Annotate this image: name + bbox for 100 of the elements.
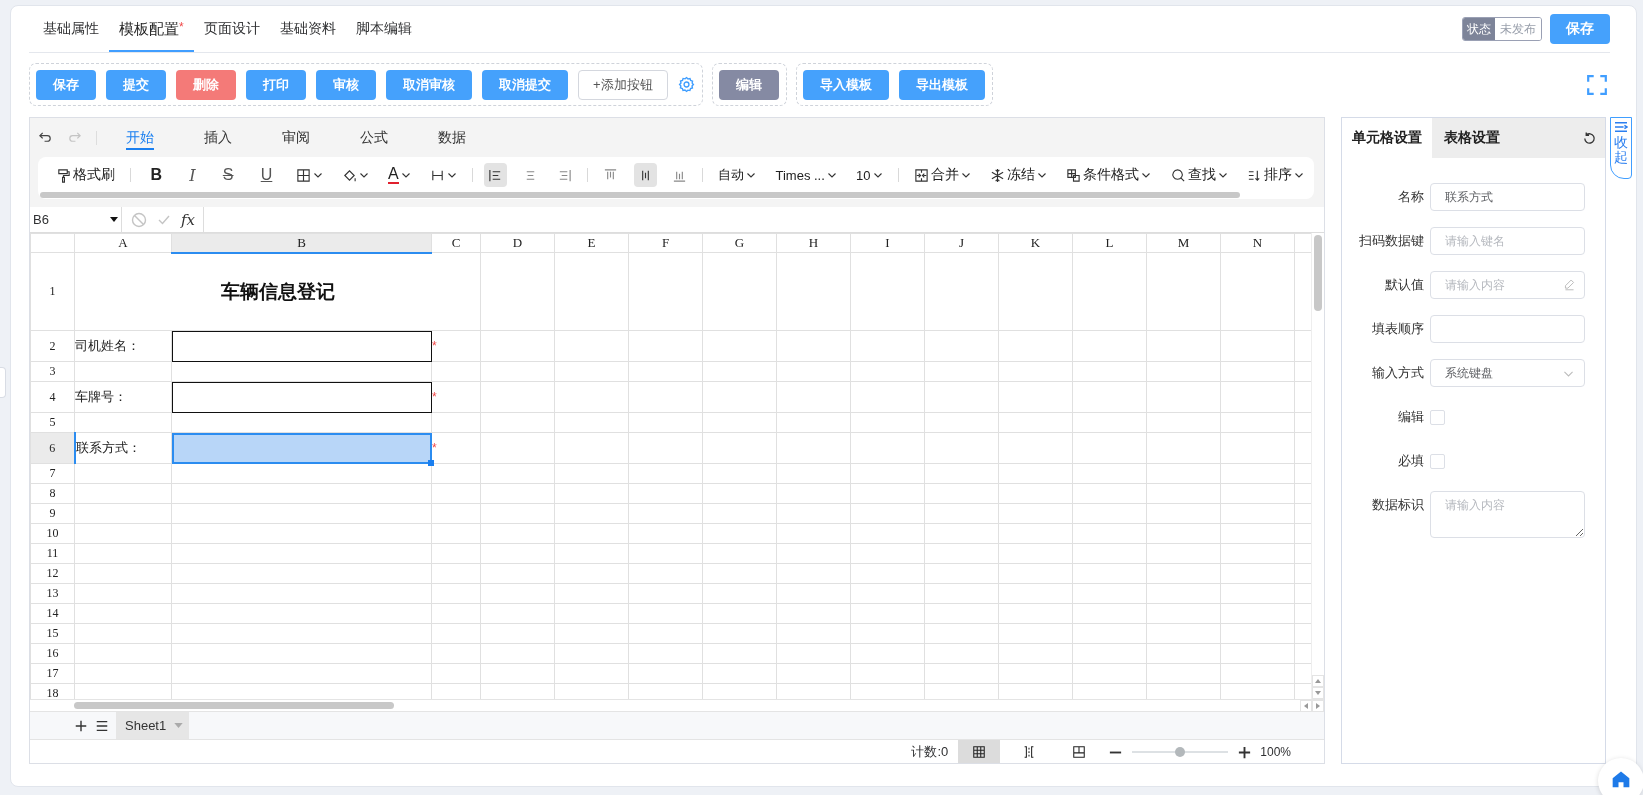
column-header[interactable]: D bbox=[480, 233, 555, 253]
column-header[interactable]: J bbox=[924, 233, 999, 253]
row-header[interactable]: 8 bbox=[30, 483, 75, 504]
collapse-tab[interactable]: 收起 bbox=[1610, 117, 1632, 179]
input-cell[interactable] bbox=[171, 381, 432, 413]
page-tab[interactable]: 基础属性 bbox=[33, 6, 109, 52]
text-area[interactable]: 请输入内容 bbox=[1430, 491, 1585, 538]
align-middle-button[interactable] bbox=[633, 163, 657, 187]
undo-icon[interactable] bbox=[38, 130, 53, 145]
horizontal-scrollbar[interactable] bbox=[40, 192, 1240, 198]
page-tab[interactable]: 基础资料 bbox=[269, 6, 346, 52]
text-field[interactable]: 联系方式 bbox=[1430, 183, 1585, 211]
column-header[interactable]: M bbox=[1146, 233, 1221, 253]
side-handle[interactable] bbox=[0, 367, 6, 398]
column-header[interactable]: F bbox=[628, 233, 703, 253]
row-header[interactable]: 16 bbox=[30, 643, 75, 664]
dropdown-button[interactable]: 自动 bbox=[714, 163, 761, 187]
dropdown-button[interactable]: Times ... bbox=[771, 163, 841, 187]
freeze-button[interactable]: 冻结 bbox=[986, 163, 1052, 187]
pencil-icon[interactable] bbox=[1563, 278, 1576, 291]
column-header[interactable]: E bbox=[554, 233, 629, 253]
column-header[interactable]: N bbox=[1220, 233, 1295, 253]
home-button[interactable] bbox=[1598, 758, 1643, 795]
bold-button[interactable]: B bbox=[142, 163, 171, 187]
row-header[interactable]: 11 bbox=[30, 543, 75, 564]
page-tab[interactable]: 模板配置* bbox=[109, 6, 194, 52]
text-field[interactable]: 请输入键名 bbox=[1430, 227, 1585, 255]
scroll-up-icon[interactable] bbox=[1312, 675, 1324, 687]
name-box[interactable]: B6 bbox=[30, 207, 122, 232]
ribbon-tab[interactable]: 插入 bbox=[179, 124, 257, 151]
settings-icon[interactable] bbox=[677, 76, 695, 93]
scroll-down-icon[interactable] bbox=[1312, 687, 1324, 699]
column-header[interactable]: B bbox=[171, 233, 432, 253]
font-color-button[interactable]: A bbox=[384, 163, 415, 187]
underline-button[interactable]: U bbox=[252, 163, 281, 187]
modified-mark: * bbox=[179, 19, 184, 34]
row-header[interactable]: 3 bbox=[30, 361, 75, 382]
checkbox[interactable] bbox=[1430, 410, 1445, 425]
page-tab[interactable]: 页面设计 bbox=[193, 6, 270, 52]
column-header[interactable]: K bbox=[998, 233, 1073, 253]
format-painter-button[interactable]: 格式刷 bbox=[52, 163, 119, 187]
input-cell[interactable] bbox=[171, 432, 432, 464]
grid-view-icon bbox=[972, 745, 987, 759]
row-header[interactable]: 14 bbox=[30, 603, 75, 624]
add-sheet-icon[interactable] bbox=[74, 718, 88, 733]
find-button[interactable]: 查找 bbox=[1166, 163, 1232, 187]
sort-button[interactable]: 排序 bbox=[1242, 163, 1308, 187]
row-header[interactable]: 10 bbox=[30, 523, 75, 544]
row-header[interactable]: 1 bbox=[30, 252, 75, 331]
text-field[interactable]: 请输入内容 bbox=[1430, 271, 1585, 299]
text-field[interactable] bbox=[1430, 315, 1585, 343]
row-header[interactable]: 4 bbox=[30, 381, 75, 413]
page-tab[interactable]: 脚本编辑 bbox=[345, 6, 422, 52]
scroll-left-icon[interactable] bbox=[1300, 699, 1312, 712]
column-header[interactable]: A bbox=[74, 233, 172, 253]
conditional-format-button[interactable]: 条件格式 bbox=[1062, 163, 1156, 187]
row-header[interactable]: 12 bbox=[30, 563, 75, 584]
menu-icon[interactable] bbox=[95, 718, 109, 733]
ribbon-tab[interactable]: 数据 bbox=[413, 124, 491, 151]
cancel-icon[interactable] bbox=[131, 211, 147, 228]
zoom-in-icon[interactable] bbox=[1237, 744, 1253, 760]
field-label: 名称 bbox=[1397, 188, 1425, 206]
row-header[interactable]: 15 bbox=[30, 623, 75, 644]
ribbon-tab[interactable]: 开始 bbox=[101, 124, 179, 151]
column-header[interactable]: L bbox=[1072, 233, 1147, 253]
row-header[interactable]: 13 bbox=[30, 583, 75, 604]
row-header[interactable]: 17 bbox=[30, 663, 75, 684]
column-header[interactable]: I bbox=[850, 233, 925, 253]
strikethrough-button[interactable]: S bbox=[214, 163, 242, 187]
column-header[interactable]: C bbox=[431, 233, 481, 253]
collapse-label: 收起 bbox=[1614, 135, 1628, 166]
italic-button[interactable]: I bbox=[181, 163, 204, 187]
action-button[interactable]: +添加按钮 bbox=[578, 69, 668, 100]
sheet-tab[interactable]: Sheet1 bbox=[116, 712, 190, 739]
row-header[interactable]: 9 bbox=[30, 503, 75, 524]
row-header[interactable]: 7 bbox=[30, 463, 75, 484]
refresh-icon[interactable] bbox=[1582, 130, 1597, 146]
select-field[interactable]: 系统键盘 bbox=[1430, 359, 1585, 387]
align-left-button[interactable] bbox=[484, 163, 508, 187]
settings-tab[interactable]: 表格设置 bbox=[1432, 118, 1512, 158]
ribbon-tab[interactable]: 公式 bbox=[335, 124, 413, 151]
checkbox[interactable] bbox=[1430, 454, 1445, 469]
row-header[interactable]: 5 bbox=[30, 412, 75, 433]
zoom-slider-thumb[interactable] bbox=[1175, 747, 1186, 757]
fullscreen-icon[interactable] bbox=[1586, 73, 1608, 96]
input-cell[interactable] bbox=[171, 330, 432, 362]
fill-handle[interactable] bbox=[428, 460, 434, 466]
view-mode-button[interactable] bbox=[958, 740, 1001, 763]
merge-button[interactable]: 合并 bbox=[910, 163, 975, 187]
ribbon-tab[interactable]: 审阅 bbox=[257, 124, 335, 151]
row-header[interactable]: 2 bbox=[30, 330, 75, 362]
caret-icon bbox=[174, 723, 184, 728]
column-header[interactable]: G bbox=[702, 233, 777, 253]
column-header[interactable]: H bbox=[776, 233, 851, 253]
horizontal-scrollbar[interactable] bbox=[74, 702, 394, 709]
function-label[interactable]: fx bbox=[181, 210, 195, 229]
dropdown-button[interactable]: 10 bbox=[852, 163, 887, 187]
row-header[interactable]: 6 bbox=[30, 432, 75, 464]
vertical-scrollbar[interactable] bbox=[1314, 235, 1322, 311]
scroll-right-icon[interactable] bbox=[1312, 699, 1324, 712]
